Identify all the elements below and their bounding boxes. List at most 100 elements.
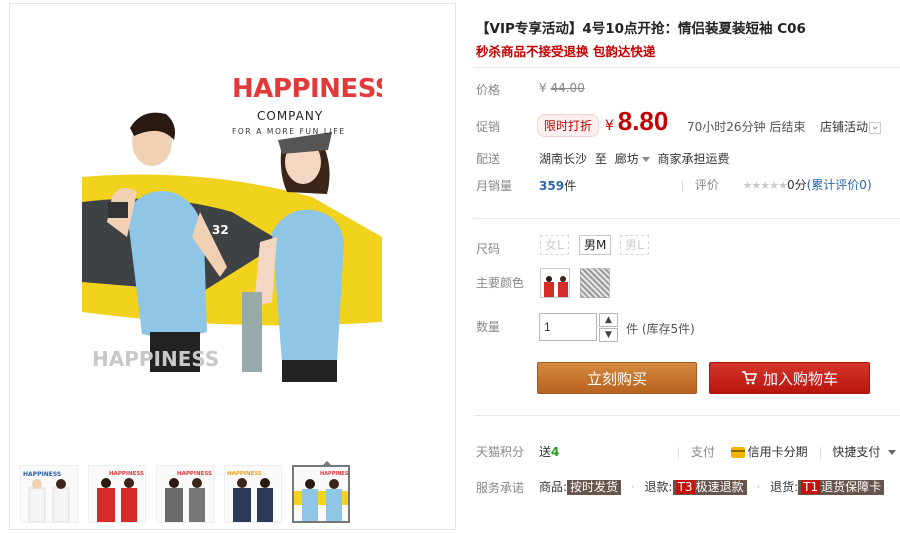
brand-logo-text: HAPPINESS	[232, 74, 382, 104]
color-swatch-image	[541, 269, 569, 297]
return-code: T1	[801, 480, 821, 494]
svg-text:HAPPINESS: HAPPINESS	[320, 471, 350, 477]
rating-label: 评价	[694, 178, 719, 192]
return-guarantee-tag[interactable]: T1 退货保障卡	[798, 480, 885, 495]
cart-icon	[741, 364, 758, 396]
product-title: 【VIP专享活动】4号10点开抢：情侣装夏装短袖 C06	[476, 21, 806, 37]
caret-down-icon[interactable]	[888, 450, 897, 455]
quantity-increase-button[interactable]: ▲	[599, 313, 618, 327]
size-label: 尺码	[476, 242, 501, 256]
stock-info: 件 (库存5件)	[626, 320, 695, 337]
payment-section: 支付 信用卡分期 快捷支付	[670, 443, 897, 460]
thumbnail-image: HAPPINESS	[294, 471, 350, 521]
thumbnail-image: HAPPINESS	[165, 471, 212, 522]
currency-symbol: ¥	[539, 81, 547, 95]
thumbnail-3[interactable]: HAPPINESS	[156, 465, 214, 523]
original-price-value: 44.00	[550, 81, 585, 95]
separator-dot: ·	[756, 480, 761, 494]
separator-dot: ·	[630, 480, 635, 494]
promo-price-value: 8.80	[617, 106, 669, 136]
countdown-timer: 70小时26分钟 后结束	[687, 120, 806, 134]
credit-card-icon	[730, 447, 745, 458]
quick-pay: 快捷支付	[832, 445, 881, 459]
buy-now-button[interactable]: 立刻购买	[537, 362, 697, 394]
chevron-down-icon: ⌄	[869, 121, 882, 134]
couple-photo: 32	[82, 112, 382, 382]
rating-section: 评价 ★★★★★0分(累计评价0)	[674, 176, 872, 193]
brand-sub-text: COMPANY	[257, 109, 324, 123]
points-label: 天猫积分	[476, 445, 525, 459]
shipping-info: 湖南长沙 至 廊坊 商家承担运费	[539, 150, 730, 167]
thumbnail-strip: HAPPINESS HAPPINESS HAPPINESS HAPPINESS …	[16, 461, 456, 523]
quantity-label: 数量	[476, 320, 501, 334]
star-rating-icon: ★★★★★	[742, 179, 788, 192]
store-promo-dropdown[interactable]: 店铺活动 ⌄	[820, 118, 882, 135]
svg-text:HAPPINESS: HAPPINESS	[227, 471, 262, 477]
divider	[682, 179, 683, 192]
thumbnail-4[interactable]: HAPPINESS	[224, 465, 282, 523]
add-to-cart-button[interactable]: 加入购物车	[709, 362, 870, 394]
flash-sale-badge: 限时打折	[537, 114, 600, 137]
ship-from: 湖南长沙	[539, 152, 588, 166]
refund-tag-text: 极速退款	[695, 480, 744, 494]
promo-price: ¥ 8.80	[605, 106, 668, 137]
on-time-shipping-tag[interactable]: 按时发货	[567, 480, 622, 495]
stock-count: (库存5件)	[641, 322, 695, 336]
quantity-unit: 件	[626, 322, 639, 336]
svg-text:32: 32	[212, 223, 229, 237]
ship-to-location[interactable]: 廊坊	[615, 152, 639, 166]
shipping-fee: 商家承担运费	[657, 152, 730, 166]
thumbnail-5[interactable]: HAPPINESS	[292, 465, 350, 523]
divider	[474, 415, 900, 416]
return-label: 退货:	[770, 480, 799, 494]
brand-tagline: FOR A MORE FUN LIFE	[232, 127, 346, 136]
monthly-sales: 359件	[539, 177, 576, 194]
svg-text:HAPPINESS: HAPPINESS	[177, 471, 212, 477]
image-watermark: HAPPINESS	[92, 347, 220, 371]
goods-label: 商品:	[539, 480, 568, 494]
divider	[474, 218, 900, 219]
credit-installment: 信用卡分期	[747, 445, 808, 459]
thumbnail-1[interactable]: HAPPINESS	[20, 465, 78, 523]
caret-down-icon[interactable]	[641, 157, 650, 162]
review-count-link[interactable]: (累计评价0)	[807, 178, 872, 192]
main-product-image[interactable]: 32 HAPPINESS COMPANY FOR A MORE FUN LIFE…	[82, 62, 382, 382]
promo-label: 促销	[476, 120, 501, 134]
refund-code: T3	[675, 480, 695, 494]
points-info: 送4	[539, 443, 559, 460]
refund-label: 退款:	[644, 480, 673, 494]
divider	[678, 446, 679, 459]
thumbnail-image: HAPPINESS	[23, 471, 70, 522]
sales-unit: 件	[564, 179, 577, 193]
size-option-male-l[interactable]: 男L	[620, 235, 649, 255]
return-tag-text: 退货保障卡	[821, 480, 882, 494]
shipping-label: 配送	[476, 152, 501, 166]
quantity-input[interactable]: 1	[539, 313, 597, 341]
product-info-panel: 【VIP专享活动】4号10点开抢：情侣装夏装短袖 C06 秒杀商品不接受退换 包…	[474, 0, 900, 534]
color-option-red[interactable]	[540, 268, 570, 298]
service-label: 服务承诺	[476, 481, 525, 495]
divider	[819, 446, 821, 459]
color-label: 主要颜色	[476, 276, 525, 290]
rating-score: 0分	[786, 178, 807, 192]
size-option-female-l[interactable]: 女L	[540, 235, 569, 255]
add-to-cart-label: 加入购物车	[762, 370, 838, 388]
payment-label: 支付	[690, 445, 715, 459]
price-label: 价格	[476, 83, 501, 97]
fast-refund-tag[interactable]: T3 极速退款	[672, 480, 747, 495]
svg-text:HAPPINESS: HAPPINESS	[109, 471, 144, 477]
thumbnail-image: HAPPINESS	[227, 471, 273, 522]
thumbnail-2[interactable]: HAPPINESS	[88, 465, 146, 523]
ship-to-word: 至	[594, 152, 607, 166]
color-option-unavailable[interactable]	[580, 268, 610, 298]
original-price: ¥ 44.00	[539, 81, 585, 95]
divider	[474, 67, 900, 68]
svg-text:HAPPINESS: HAPPINESS	[23, 471, 61, 478]
promo-currency-symbol: ¥	[605, 118, 614, 134]
product-subtitle: 秒杀商品不接受退换 包韵达快递	[476, 44, 656, 59]
quantity-decrease-button[interactable]: ▼	[599, 328, 618, 342]
store-promo-label: 店铺活动	[820, 120, 869, 134]
product-gallery: 32 HAPPINESS COMPANY FOR A MORE FUN LIFE…	[9, 3, 456, 530]
points-value: 4	[551, 445, 560, 459]
size-option-male-m[interactable]: 男M	[579, 235, 612, 255]
